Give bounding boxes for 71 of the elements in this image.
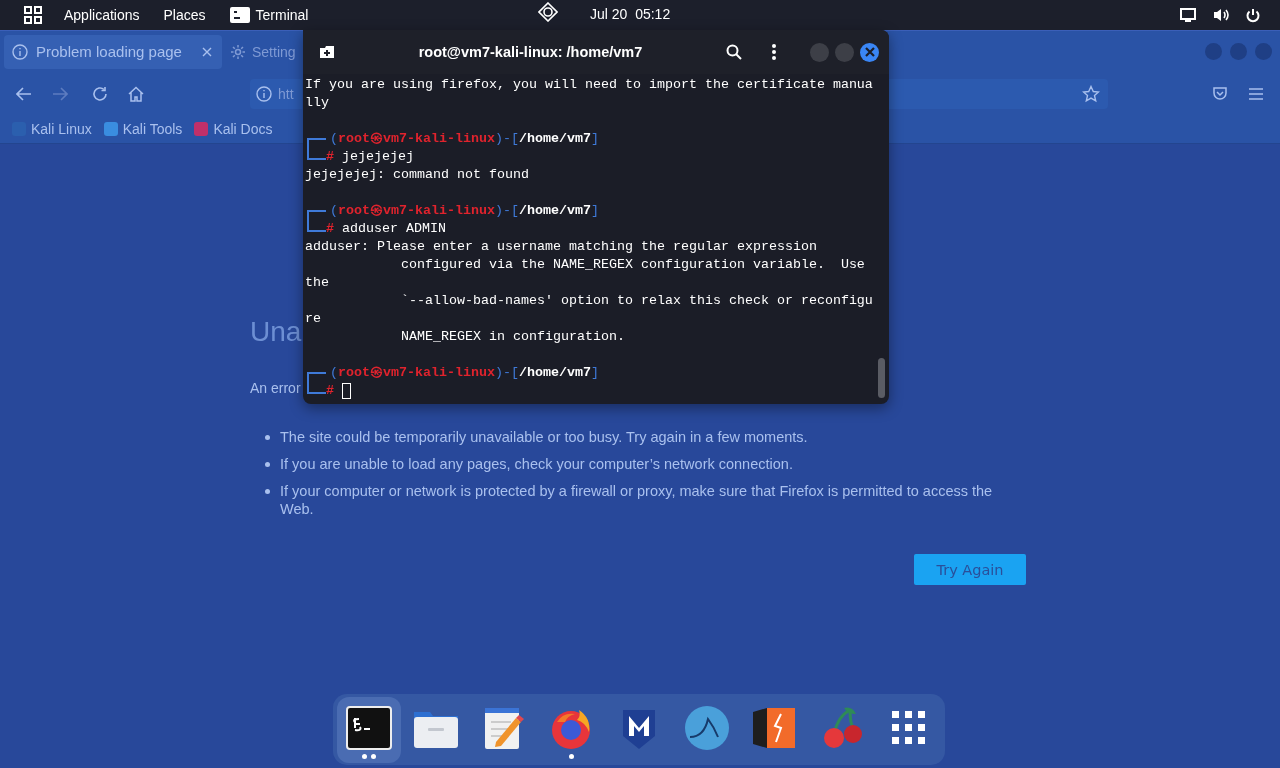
prompt-bracket-icon — [307, 210, 326, 232]
output-line: lly — [305, 94, 330, 112]
running-dot — [361, 754, 367, 759]
gear-icon — [230, 43, 246, 60]
volume-icon[interactable] — [1213, 8, 1229, 22]
prompt-bracket-icon — [307, 372, 326, 394]
browser-tab[interactable]: Setting — [226, 34, 296, 69]
prompt-line: (root㉿vm7-kali-linux)-[/home/vm7] — [330, 202, 599, 220]
bullet-icon — [265, 435, 270, 440]
search-icon[interactable] — [726, 44, 742, 60]
scrollbar[interactable] — [878, 358, 885, 398]
window-title: root@vm7-kali-linux: /home/vm7 — [417, 44, 644, 60]
prompt-symbol: # — [326, 148, 334, 166]
close-icon — [864, 47, 875, 57]
output-line: If you are using firefox, you will need to import the certificate manua — [305, 76, 874, 94]
command-text: adduser ADMIN — [342, 220, 446, 238]
close-icon[interactable] — [202, 46, 212, 57]
prompt-symbol: # — [326, 382, 334, 400]
bookmark[interactable]: Kali Tools — [103, 121, 183, 137]
top-menu[interactable]: Terminal — [229, 7, 309, 23]
bullet-text: If your computer or network is protected by a firewall or proxy, make sure that Firefox is permitted to access the Web. — [280, 482, 994, 518]
bookmark[interactable]: Kali Docs — [194, 121, 273, 137]
terminal-icon — [345, 706, 392, 750]
lightning-box-icon — [751, 706, 798, 750]
bullet-text: The site could be temporarily unavailable or too busy. Try again in a few moments. — [280, 428, 808, 446]
reload-icon[interactable] — [92, 85, 108, 102]
try-again-button[interactable]: Try Again — [914, 554, 1026, 585]
output-line: `--allow-bad-names' option to relax this check or reconfigu — [399, 292, 874, 310]
prompt-line: (root㉿vm7-kali-linux)-[/home/vm7] — [330, 130, 599, 148]
output-line: the — [305, 274, 330, 292]
top-menu[interactable]: Applications — [64, 7, 140, 23]
address-field[interactable]: htt — [250, 78, 302, 109]
bookmark[interactable]: Kali Linux — [12, 121, 92, 137]
notepad-icon — [483, 706, 524, 750]
back-icon[interactable] — [16, 86, 32, 101]
bullet-text: If you are unable to load any pages, check your computer’s network connection. — [280, 455, 793, 473]
browser-tab[interactable]: Problem loading page — [4, 34, 222, 69]
prompt-bracket-icon — [307, 138, 326, 160]
close-button[interactable] — [860, 42, 879, 62]
output-line: re — [305, 310, 322, 328]
menu-icon[interactable] — [772, 44, 776, 60]
running-dot — [568, 754, 574, 759]
app-grid-icon — [892, 711, 927, 745]
home-icon[interactable] — [128, 85, 144, 102]
output-line: NAME_REGEX in configuration. — [399, 328, 626, 346]
running-dot — [370, 754, 376, 759]
output-line: adduser: Please enter a username matching the regular expression — [305, 238, 818, 256]
target-icon[interactable] — [538, 2, 558, 22]
inbox-icon[interactable] — [1212, 85, 1228, 102]
address-field[interactable] — [888, 78, 1108, 109]
apps-grid-icon[interactable] — [24, 6, 42, 24]
command-text: jejejejej — [342, 148, 414, 166]
dock-item[interactable] — [337, 696, 401, 763]
clock[interactable]: Jul 20 05:12 — [590, 6, 671, 22]
prompt-symbol: # — [326, 220, 334, 238]
output-line: jejejejej: command not found — [305, 166, 530, 184]
fin-icon — [683, 705, 730, 751]
output-line: configured via the NAME_REGEX configuration variable. Use — [399, 256, 866, 274]
info-icon[interactable] — [256, 85, 272, 102]
new-tab-icon[interactable] — [319, 45, 335, 59]
error-heading: Una — [250, 315, 302, 349]
info-icon — [12, 43, 28, 60]
top-menu[interactable]: Places — [163, 7, 206, 23]
error-text: An error — [250, 380, 302, 396]
prompt-line: (root㉿vm7-kali-linux)-[/home/vm7] — [330, 364, 599, 382]
terminal-icon — [229, 7, 250, 23]
star-icon[interactable] — [1082, 84, 1100, 103]
bullet-icon — [265, 462, 270, 467]
screen-icon[interactable] — [1180, 8, 1196, 22]
bullet-icon — [265, 489, 270, 494]
power-icon[interactable] — [1246, 7, 1260, 23]
